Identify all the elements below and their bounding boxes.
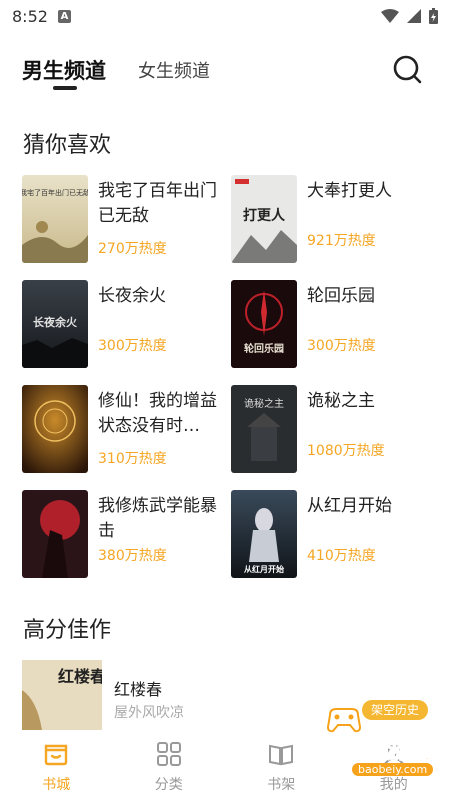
book-cover: 红楼春 [22, 660, 102, 730]
book-title: 我宅了百年出门已无敌 [98, 181, 217, 226]
active-tab-indicator [53, 86, 77, 90]
gamepad-icon [326, 708, 362, 733]
tab-female-channel[interactable]: 女生频道 [138, 57, 210, 83]
book-title: 我修炼武学能暴击 [98, 496, 217, 541]
bookstore-icon [45, 744, 68, 766]
book-card[interactable]: 打更人 大奉打更人 921万热度 [231, 175, 431, 265]
tab-male-channel[interactable]: 男生频道 [22, 55, 106, 85]
book-cover [22, 490, 88, 578]
book-cover: 轮回乐园 [231, 280, 297, 368]
status-bar: 8:52 A [0, 0, 450, 32]
cover-text: 从红月开始 [244, 564, 284, 574]
book-title: 从红月开始 [307, 496, 392, 516]
nav-item-bookshelf[interactable]: 书架 [225, 730, 338, 800]
book-heat: 380万热度 [98, 548, 167, 564]
book-heat: 921万热度 [307, 233, 376, 249]
watermark-url: baobeiy.com [352, 763, 434, 776]
search-icon[interactable] [390, 52, 424, 86]
wifi-icon [381, 9, 399, 23]
book-cover: 诡秘之主 [231, 385, 297, 473]
book-card[interactable]: 我修炼武学能暴击 380万热度 [22, 490, 222, 580]
book-title: 诡秘之主 [307, 391, 375, 411]
nav-label: 分类 [154, 777, 183, 793]
signal-icon [407, 9, 421, 23]
book-heat: 310万热度 [98, 451, 167, 467]
status-time: 8:52 [12, 6, 48, 26]
status-icons [381, 8, 438, 24]
book-title: 红楼春 [114, 680, 163, 699]
nav-item-category[interactable]: 分类 [113, 730, 226, 800]
nav-item-bookstore[interactable]: 书城 [0, 730, 113, 800]
section-title-guess: 猜你喜欢 [23, 133, 112, 158]
book-cover: 长夜余火 [22, 280, 88, 368]
cover-text: 长夜余火 [33, 315, 78, 329]
nav-label: 书架 [267, 777, 296, 793]
book-cover: 从红月开始 [231, 490, 297, 578]
book-author: 屋外风吹凉 [114, 705, 184, 721]
nav-label: 书城 [42, 777, 71, 793]
book-title: 长夜余火 [98, 286, 166, 306]
section-title-high-score: 高分佳作 [23, 618, 112, 643]
notification-icon: A [57, 9, 71, 23]
book-card[interactable]: 诡秘之主 诡秘之主 1080万热度 [231, 385, 431, 475]
cover-text: 打更人 [243, 207, 286, 224]
grid-icon [156, 742, 181, 766]
watermark-logo: 宝贝游戏网 baobeiy.com [322, 705, 442, 797]
book-title: 大奉打更人 [307, 181, 392, 201]
book-card[interactable]: 轮回乐园 轮回乐园 300万热度 [231, 280, 431, 370]
channel-tabs: 男生频道 女生频道 [0, 45, 450, 95]
book-card[interactable]: 从红月开始 从红月开始 410万热度 [231, 490, 431, 580]
cover-text: 诡秘之主 [244, 397, 284, 410]
book-card[interactable]: 长夜余火 长夜余火 300万热度 [22, 280, 222, 370]
bookshelf-icon [269, 744, 294, 766]
battery-icon [429, 8, 438, 24]
book-heat: 410万热度 [307, 548, 376, 564]
book-cover: 打更人 [231, 175, 297, 263]
book-card[interactable]: 我宅了百年出门已无敌 我宅了百年出门已无敌 270万热度 [22, 175, 222, 265]
book-cover [22, 385, 88, 473]
cover-text: 我宅了百年出门已无敌 [22, 188, 88, 197]
book-card[interactable]: 修仙！我的增益状态没有时… 310万热度 [22, 385, 222, 475]
book-cover: 我宅了百年出门已无敌 [22, 175, 88, 263]
cover-text: 轮回乐园 [244, 342, 284, 355]
book-heat: 270万热度 [98, 241, 167, 257]
book-title: 修仙！我的增益状态没有时… [98, 391, 217, 436]
book-title: 轮回乐园 [307, 286, 375, 306]
cover-text: 红楼春 [58, 667, 102, 686]
book-heat: 1080万热度 [307, 443, 385, 459]
book-heat: 300万热度 [98, 338, 167, 354]
book-heat: 300万热度 [307, 338, 376, 354]
